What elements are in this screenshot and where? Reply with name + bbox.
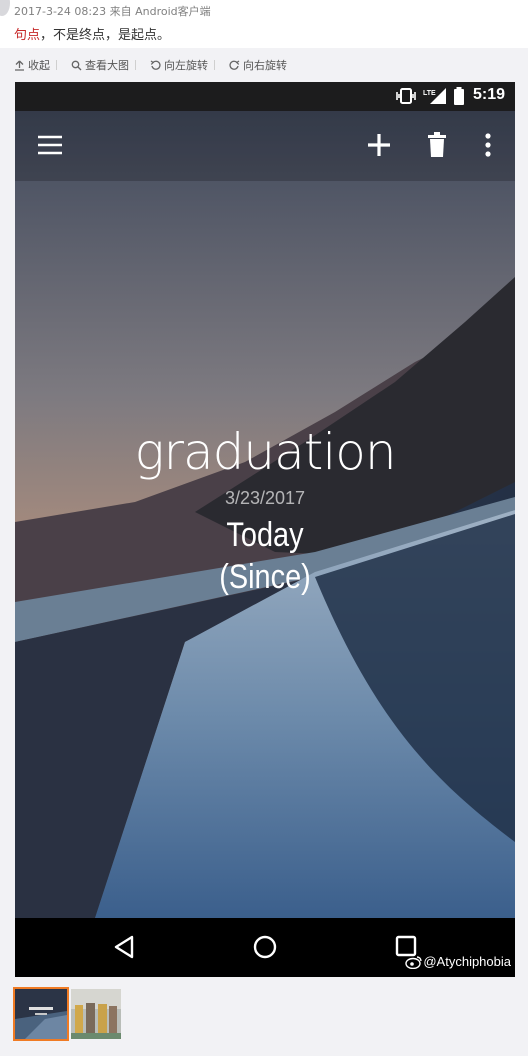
thumbnail-2[interactable] (71, 989, 121, 1039)
status-time: 5:19 (472, 86, 505, 103)
event-date: 3/23/2017 (224, 488, 306, 508)
rotate-right-label: 向右旋转 (243, 59, 287, 72)
weibo-watermark: @Atychiphobia (405, 954, 511, 969)
menu-icon[interactable] (37, 134, 63, 156)
avatar[interactable] (0, 0, 10, 16)
rotate-left-button[interactable]: 向左旋转 (136, 57, 214, 73)
collapse-button[interactable]: 收起 (0, 57, 56, 73)
thumbnail-1-image (15, 989, 67, 1039)
view-large-button[interactable]: 查看大图 (57, 57, 135, 73)
vibrate-icon (396, 88, 416, 104)
watermark-text: @Atychiphobia (423, 954, 511, 969)
battery-icon (454, 87, 464, 105)
thumbnail-1[interactable] (13, 987, 69, 1041)
add-icon[interactable] (367, 133, 391, 157)
search-icon (71, 60, 82, 70)
phone-screenshot[interactable]: LTE 5:19 graduation 3/23/2017 Today (Sin… (15, 82, 515, 977)
image-toolbar: 收起 查看大图 向左旋转 向右旋转 (0, 54, 528, 76)
app-bar (15, 111, 515, 181)
post-meta: 2017-3-24 08:23 来自 Android客户端 (14, 5, 211, 18)
post-text-body: ，不是终点，是起点。 (40, 28, 171, 43)
event-status-line1: Today (226, 516, 304, 554)
rotate-left-icon (150, 60, 161, 70)
event-title: graduation (134, 423, 396, 481)
weibo-icon (405, 955, 423, 969)
delete-icon[interactable] (427, 132, 447, 158)
event-status-line2: (Since) (219, 558, 311, 596)
post-text: 句点，不是终点，是起点。 (14, 24, 170, 43)
post-text-highlight[interactable]: 句点 (14, 28, 40, 43)
back-icon[interactable] (113, 935, 135, 959)
thumbnail-2-image (71, 989, 121, 1039)
rotate-left-label: 向左旋转 (164, 59, 208, 72)
more-icon[interactable] (484, 133, 492, 157)
event-display[interactable]: graduation 3/23/2017 Today (Since) (15, 422, 515, 597)
image-thumbnails (13, 987, 121, 1041)
post-header: 2017-3-24 08:23 来自 Android客户端 句点，不是终点，是起… (0, 0, 528, 48)
collapse-label: 收起 (28, 59, 50, 72)
upload-icon (15, 60, 24, 71)
home-icon[interactable] (253, 935, 277, 959)
network-type: LTE (423, 90, 436, 97)
rotate-right-icon (229, 60, 240, 70)
rotate-right-button[interactable]: 向右旋转 (215, 57, 293, 73)
signal-icon: LTE (423, 88, 446, 104)
view-large-label: 查看大图 (85, 59, 129, 72)
status-icons: LTE (395, 87, 465, 109)
status-bar: LTE 5:19 (15, 82, 515, 111)
